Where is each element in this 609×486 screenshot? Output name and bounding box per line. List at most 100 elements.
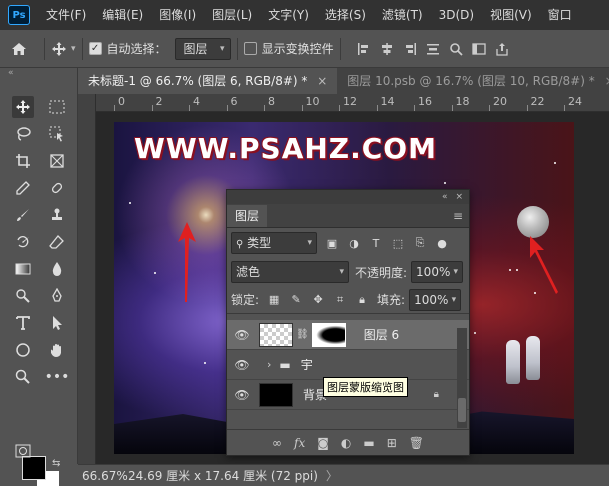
marquee-tool[interactable] [46,96,68,118]
tab-layers[interactable]: 图层 [227,205,268,227]
search-icon[interactable] [449,42,463,56]
arrow-select-icon [53,316,62,330]
layer-thumbnail[interactable] [259,322,293,347]
filter-toggle-icon[interactable]: ● [435,236,449,250]
menu-layer[interactable]: 图层(L) [204,0,260,30]
zoom-tool[interactable] [12,366,34,388]
adjustment-icon[interactable]: ◐ [341,436,351,450]
layer-row-group[interactable]: 👁︎ › ▬ 宇 [227,350,469,380]
menu-edit[interactable]: 编辑(E) [94,0,151,30]
dodge-icon [16,289,30,303]
collapse-icon[interactable]: « [442,192,448,202]
auto-select-checkbox[interactable]: ✓ [88,42,102,55]
type-tool[interactable] [12,312,34,334]
brush-tool[interactable] [12,204,34,226]
shape-tool[interactable] [12,339,34,361]
eye-icon[interactable]: 👁︎ [227,358,257,372]
eraser-tool[interactable] [46,231,68,253]
new-layer-icon[interactable]: ⊞ [387,436,397,450]
menu-3d[interactable]: 3D(D) [431,0,482,30]
align-center-icon[interactable] [380,42,394,56]
align-left-icon[interactable] [357,42,371,56]
ruler-label: 14 [380,95,395,108]
move-icon [52,41,66,56]
blur-tool[interactable] [46,258,68,280]
distribute-icon[interactable] [426,42,440,56]
scrollbar-thumb[interactable] [458,398,466,422]
show-transform-checkbox[interactable] [243,42,257,55]
menu-view[interactable]: 视图(V) [482,0,540,30]
close-icon[interactable]: × [455,192,463,202]
align-right-icon[interactable] [403,42,417,56]
mask-icon[interactable]: ◙ [317,436,329,450]
hand-tool[interactable] [46,339,68,361]
menu-file[interactable]: 文件(F) [38,0,94,30]
shape-filter-icon[interactable]: ⬚ [391,236,405,250]
move-tool-preset-button[interactable]: ▾ [51,41,76,57]
history-brush-tool[interactable] [12,231,34,253]
auto-select-target-dropdown[interactable]: 图层 ▾ [174,37,231,60]
menu-type[interactable]: 文字(Y) [260,0,317,30]
quick-mask-button[interactable] [12,440,34,462]
fx-icon[interactable]: fx [294,436,305,450]
adjustment-filter-icon[interactable]: ◑ [347,236,361,250]
eyedropper-tool[interactable] [12,177,34,199]
trash-icon[interactable]: 🗑︎ [409,436,424,450]
type-filter-icon[interactable]: T [369,236,383,250]
share-icon[interactable] [495,42,509,56]
lock-paint-icon[interactable]: ✎ [289,293,303,307]
divider [339,37,341,60]
lock-all-icon[interactable]: 🔒︎ [355,293,369,307]
menu-filter[interactable]: 滤镜(T) [374,0,431,30]
panel-menu-icon[interactable]: ≡ [453,209,469,227]
astronaut-image [526,336,540,380]
menu-image[interactable]: 图像(I) [151,0,204,30]
frame-tool[interactable] [46,150,68,172]
layer-thumbnail[interactable] [259,382,293,407]
home-button[interactable] [0,30,38,68]
photoshop-logo[interactable]: Ps [8,5,30,25]
link-icon[interactable]: ⛓︎ [296,329,309,340]
image-filter-icon[interactable]: ▣ [325,236,339,250]
status-more-button[interactable]: 〉 [326,467,338,484]
object-select-tool[interactable] [46,123,68,145]
pen-tool[interactable] [46,285,68,307]
path-select-tool[interactable] [46,312,68,334]
stamp-tool[interactable] [46,204,68,226]
layer-row-layer-6[interactable]: 👁︎ ⛓︎ 图层 6 [227,320,469,350]
fill-field[interactable]: 100% ▾ [409,288,462,311]
healing-tool[interactable] [46,177,68,199]
folder-icon[interactable]: ▬ [363,436,374,450]
lock-position-icon[interactable]: ✥ [311,293,325,307]
link-icon[interactable]: ∞ [272,436,282,450]
close-icon[interactable]: × [605,74,609,88]
gradient-tool[interactable] [12,258,34,280]
lock-pixels-icon[interactable]: ▦ [267,293,281,307]
blend-mode-dropdown[interactable]: 滤色 ▾ [231,261,349,283]
more-tools[interactable]: ••• [45,366,70,388]
layer-mask-thumbnail[interactable] [311,322,346,347]
opacity-field[interactable]: 100% ▾ [411,261,464,283]
close-icon[interactable]: × [317,74,327,88]
lock-artboard-icon[interactable]: ⌗ [333,293,347,307]
eye-icon[interactable]: 👁︎ [227,328,257,342]
menu-select[interactable]: 选择(S) [317,0,374,30]
lasso-tool[interactable] [12,123,34,145]
ruler-label: 4 [193,95,200,108]
filter-kind-dropdown[interactable]: ⚲ 类型 ▾ [231,232,317,254]
eye-icon[interactable]: 👁︎ [227,388,257,402]
ruler-tick [451,105,453,111]
menu-window[interactable]: 窗口 [540,0,580,30]
zoom-level[interactable]: 66.67% [78,469,128,483]
crop-tool[interactable] [12,150,34,172]
collapse-icon[interactable]: « [8,68,14,78]
swap-colors-icon[interactable]: ⇆ [52,458,60,469]
dodge-tool[interactable] [12,285,34,307]
smart-object-filter-icon[interactable]: ⎘ [413,236,427,250]
scrollbar[interactable] [457,328,467,428]
move-tool[interactable] [12,96,34,118]
workspace-icon[interactable] [471,42,486,56]
chevron-right-icon[interactable]: › [267,358,271,371]
tab-layer-10-psb[interactable]: 图层 10.psb @ 16.7% (图层 10, RGB/8#) * × [337,68,609,94]
tab-untitled-1[interactable]: 未标题-1 @ 66.7% (图层 6, RGB/8#) * × [78,68,338,94]
